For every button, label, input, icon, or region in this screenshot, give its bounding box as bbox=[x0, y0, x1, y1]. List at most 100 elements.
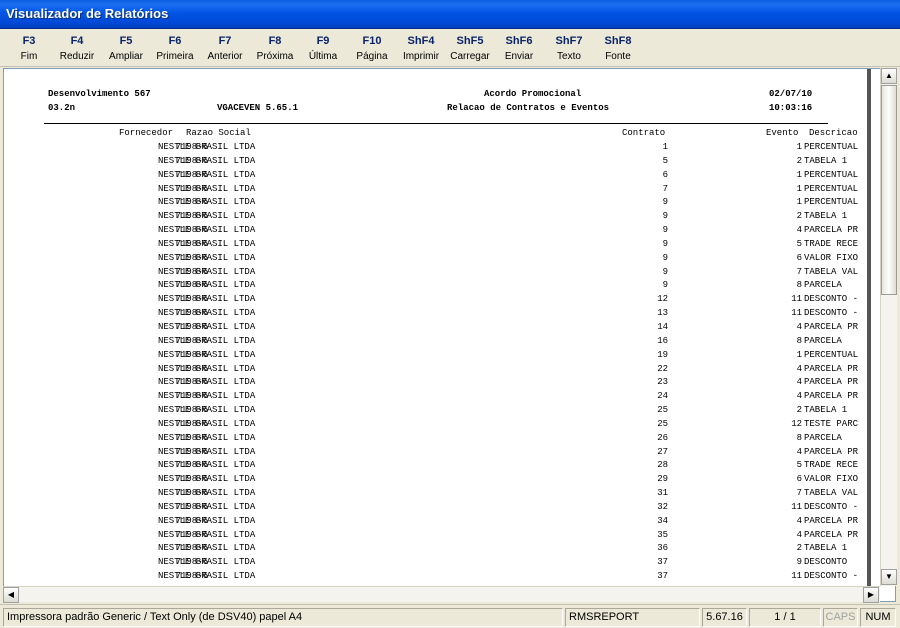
toolbar-button-ampliar[interactable]: F5 Ampliar bbox=[101, 31, 151, 65]
toolbar-button-fonte[interactable]: ShF8 Fonte bbox=[593, 31, 643, 65]
toolbar-shortcut-key: ShF5 bbox=[456, 35, 484, 47]
cell-evento: 1 bbox=[796, 142, 802, 152]
cell-razao-social: NESTLE BRASIL LTDA bbox=[158, 225, 256, 236]
table-row: 7198-6 NESTLE BRASIL LTDA 35 4 PARCELA PR bbox=[44, 530, 874, 544]
cell-descricao: PERCENTUAL bbox=[804, 349, 859, 360]
horizontal-scrollbar[interactable]: ◀ ▶ bbox=[3, 586, 880, 603]
cell-razao-social: NESTLE BRASIL LTDA bbox=[158, 142, 256, 152]
toolbar-button-label: Fim bbox=[20, 51, 38, 62]
cell-descricao: PERCENTUAL bbox=[804, 142, 859, 152]
cell-contrato: 24 bbox=[657, 391, 668, 402]
cell-evento: 11 bbox=[791, 294, 802, 305]
cell-evento: 2 bbox=[796, 211, 802, 222]
cell-contrato: 9 bbox=[662, 266, 668, 277]
col-contrato: Contrato bbox=[622, 128, 666, 138]
toolbar-button-fim[interactable]: F3 Fim bbox=[4, 31, 54, 65]
table-row: 7198-6 NESTLE BRASIL LTDA 25 12 TESTE PARC bbox=[44, 419, 874, 433]
cell-evento: 11 bbox=[791, 308, 802, 319]
table-row: 7198-6 NESTLE BRASIL LTDA 6 1 PERCENTUAL bbox=[44, 170, 874, 184]
cell-contrato: 9 bbox=[662, 197, 668, 208]
table-row: 7198-6 NESTLE BRASIL LTDA 9 5 TRADE RECE bbox=[44, 239, 874, 253]
cell-razao-social: NESTLE BRASIL LTDA bbox=[158, 335, 256, 346]
cell-evento: 2 bbox=[796, 405, 802, 416]
cell-contrato: 13 bbox=[657, 308, 668, 319]
cell-contrato: 9 bbox=[662, 238, 668, 249]
cell-contrato: 34 bbox=[657, 515, 668, 526]
toolbar-button-label: Enviar bbox=[504, 51, 534, 62]
col-evento: Evento bbox=[766, 128, 799, 138]
cell-evento: 5 bbox=[796, 238, 802, 249]
cell-razao-social: NESTLE BRASIL LTDA bbox=[158, 280, 256, 291]
table-row: 7198-6 NESTLE BRASIL LTDA 24 4 PARCELA PR bbox=[44, 391, 874, 405]
cell-contrato: 32 bbox=[657, 501, 668, 512]
report-company: Desenvolvimento 567 bbox=[48, 89, 151, 99]
vertical-scroll-thumb[interactable] bbox=[881, 85, 897, 295]
scroll-up-button[interactable]: ▲ bbox=[881, 68, 897, 84]
cell-evento: 12 bbox=[791, 418, 802, 429]
cell-contrato: 9 bbox=[662, 225, 668, 236]
status-printer: Impressora padrão Generic / Text Only (d… bbox=[3, 608, 563, 627]
cell-razao-social: NESTLE BRASIL LTDA bbox=[158, 543, 256, 554]
col-razao: Razao Social bbox=[186, 128, 251, 138]
cell-descricao: PARCELA PR bbox=[804, 529, 859, 540]
vertical-scrollbar[interactable]: ▲ ▼ bbox=[880, 68, 897, 586]
cell-razao-social: NESTLE BRASIL LTDA bbox=[158, 155, 256, 166]
toolbar-button-ultima[interactable]: F9 Última bbox=[298, 31, 348, 65]
toolbar-button-label: Primeira bbox=[156, 51, 194, 62]
toolbar-shortcut-key: F6 bbox=[168, 35, 182, 47]
toolbar-button-label: Próxima bbox=[256, 51, 294, 62]
cell-contrato: 29 bbox=[657, 474, 668, 485]
cell-evento: 6 bbox=[796, 474, 802, 485]
cell-razao-social: NESTLE BRASIL LTDA bbox=[158, 405, 256, 416]
toolbar: F3 Fim F4 Reduzir F5 Ampliar F6 Primeira F7 Anter… bbox=[0, 29, 900, 67]
toolbar-button-label: Ampliar bbox=[109, 51, 143, 62]
toolbar-button-imprimir[interactable]: ShF4 Imprimir bbox=[396, 31, 446, 65]
toolbar-shortcut-key: ShF4 bbox=[407, 35, 435, 47]
toolbar-button-texto[interactable]: ShF7 Texto bbox=[544, 31, 594, 65]
table-row: 7198-6 NESTLE BRASIL LTDA 7 1 PERCENTUAL bbox=[44, 184, 874, 198]
toolbar-button-anterior[interactable]: F7 Anterior bbox=[200, 31, 250, 65]
cell-evento: 4 bbox=[796, 391, 802, 402]
toolbar-button-reduzir[interactable]: F4 Reduzir bbox=[52, 31, 102, 65]
cell-evento: 1 bbox=[796, 183, 802, 194]
column-headers: Fornecedor Razao Social Contrato Evento … bbox=[44, 128, 874, 140]
cell-contrato: 5 bbox=[662, 155, 668, 166]
cell-contrato: 6 bbox=[662, 169, 668, 180]
scroll-down-button[interactable]: ▼ bbox=[881, 569, 897, 585]
cell-razao-social: NESTLE BRASIL LTDA bbox=[158, 169, 256, 180]
cell-descricao: PARCELA PR bbox=[804, 321, 859, 332]
cell-evento: 11 bbox=[791, 571, 802, 582]
table-row: 7198-6 NESTLE BRASIL LTDA 29 6 VALOR FIXO bbox=[44, 474, 874, 488]
cell-descricao: DESCONTO - bbox=[804, 571, 859, 582]
cell-razao-social: NESTLE BRASIL LTDA bbox=[158, 294, 256, 305]
cell-razao-social: NESTLE BRASIL LTDA bbox=[158, 557, 256, 568]
cell-evento: 6 bbox=[796, 252, 802, 263]
toolbar-button-label: Reduzir bbox=[59, 51, 95, 62]
scroll-right-button[interactable]: ▶ bbox=[863, 587, 879, 603]
cell-descricao: TABELA VAL bbox=[804, 488, 859, 499]
toolbar-shortcut-key: F8 bbox=[268, 35, 282, 47]
cell-descricao: PARCELA PR bbox=[804, 515, 859, 526]
cell-razao-social: NESTLE BRASIL LTDA bbox=[158, 363, 256, 374]
status-version: 5.67.16 bbox=[702, 608, 747, 627]
toolbar-button-carregar[interactable]: ShF5 Carregar bbox=[445, 31, 495, 65]
toolbar-button-primeira[interactable]: F6 Primeira bbox=[150, 31, 200, 65]
scroll-left-button[interactable]: ◀ bbox=[3, 587, 19, 603]
table-row: 7198-6 NESTLE BRASIL LTDA 14 4 PARCELA PR bbox=[44, 322, 874, 336]
cell-descricao: PERCENTUAL bbox=[804, 197, 859, 208]
cell-descricao: PARCELA PR bbox=[804, 225, 859, 236]
cell-descricao: PERCENTUAL bbox=[804, 183, 859, 194]
report-viewer[interactable]: Desenvolvimento 567 Acordo Promocional 0… bbox=[3, 68, 896, 602]
toolbar-shortcut-key: ShF8 bbox=[604, 35, 632, 47]
toolbar-button-label: Imprimir bbox=[402, 51, 440, 62]
toolbar-shortcut-key: F10 bbox=[362, 35, 382, 47]
toolbar-button-proxima[interactable]: F8 Próxima bbox=[250, 31, 300, 65]
table-row: 7198-6 NESTLE BRASIL LTDA 32 11 DESCONTO - bbox=[44, 502, 874, 516]
report-rows: 7198-6 NESTLE BRASIL LTDA 1 1 PERCENTUAL 7198… bbox=[44, 142, 874, 585]
cell-razao-social: NESTLE BRASIL LTDA bbox=[158, 321, 256, 332]
cell-evento: 4 bbox=[796, 377, 802, 388]
toolbar-button-pagina[interactable]: F10 Página bbox=[347, 31, 397, 65]
cell-evento: 1 bbox=[796, 169, 802, 180]
toolbar-button-enviar[interactable]: ShF6 Enviar bbox=[494, 31, 544, 65]
cell-contrato: 31 bbox=[657, 488, 668, 499]
